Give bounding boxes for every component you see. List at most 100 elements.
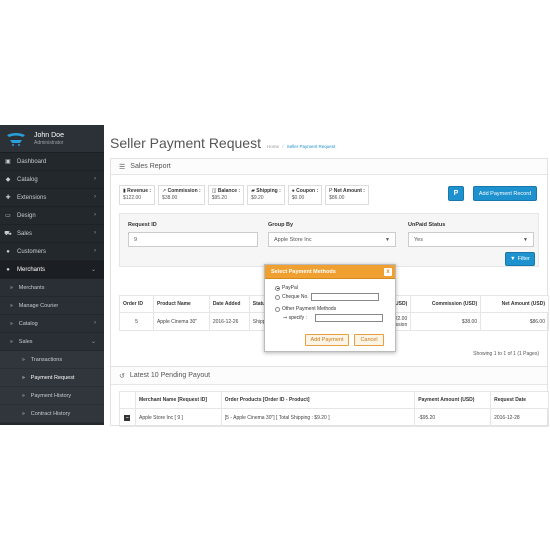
date-cell: 2016-12-26	[208, 312, 250, 331]
unpaid-status-value: Yes	[414, 236, 423, 243]
column-header[interactable]: Merchant Name [Request ID]	[134, 391, 222, 409]
double-arrow-icon: »	[22, 410, 25, 417]
cheque-label: Cheque No.	[282, 294, 309, 300]
sidebar-item-extensions[interactable]: ✚ Extensions ›	[0, 189, 104, 207]
sidebar-user[interactable]: John Doe Administrator	[0, 125, 104, 153]
sales-report-header: ☰ Sales Report	[111, 159, 547, 175]
paypal-option[interactable]: PayPal	[275, 285, 298, 291]
cancel-button[interactable]: Cancel	[354, 334, 384, 346]
pagination-info: Showing 1 to 1 of 1 (1 Pages)	[473, 351, 539, 357]
chevron-right-icon: ›	[94, 320, 96, 326]
column-header[interactable]: Order Products [Order ID - Product]	[220, 391, 416, 409]
specify-row: ⇒ specify :	[283, 315, 307, 321]
sidebar-sub-label: Sales	[18, 338, 33, 345]
tag-icon: ◆	[5, 177, 11, 183]
double-arrow-icon: »	[22, 356, 25, 363]
user-role: Administrator	[34, 139, 64, 146]
order-id-cell: 5	[119, 312, 154, 331]
breadcrumb-home[interactable]: Home	[267, 144, 279, 149]
caret-down-icon: ▼	[385, 237, 390, 243]
stats-row: ▮ Revenue : $122.00 ↗ Commission : $38.0…	[119, 185, 372, 205]
sidebar-sub-payment-request[interactable]: » Payment Request	[0, 369, 104, 387]
cheque-number-input[interactable]	[311, 293, 379, 301]
column-header[interactable]: Net Amount (USD)	[480, 295, 549, 313]
payout-table: Merchant Name [Request ID] Order Product…	[119, 391, 549, 427]
request-id-value: 9	[134, 236, 138, 243]
sidebar-item-customers[interactable]: ● Customers ›	[0, 243, 104, 261]
column-header[interactable]: Request Date	[490, 391, 549, 409]
stat-label: Shipping :	[256, 188, 281, 194]
filter-button-label: Filter	[517, 256, 530, 262]
column-header[interactable]: Date Added	[208, 295, 250, 313]
close-icon[interactable]: x	[384, 268, 392, 276]
sales-report-title: Sales Report	[130, 163, 171, 170]
unpaid-status-select[interactable]: Yes ▼	[408, 232, 534, 247]
sidebar-sub-contract-history[interactable]: » Contract History	[0, 405, 104, 423]
sidebar-sub-merchants[interactable]: » Merchants	[0, 279, 104, 297]
column-header[interactable]: Order ID	[119, 295, 154, 313]
cheque-option[interactable]: Cheque No.	[275, 294, 309, 300]
product-cell: Apple Cinema 30"	[152, 312, 210, 331]
sidebar: John Doe Administrator ▣ Dashboard ◆ Cat…	[0, 125, 104, 425]
table-header-row: Merchant Name [Request ID] Order Product…	[119, 391, 549, 409]
amount-cell: -$95.20	[414, 408, 492, 427]
sidebar-sub-catalog[interactable]: » Catalog ›	[0, 315, 104, 333]
modal-header: Select Payment Methods x	[265, 265, 395, 279]
stat-label: Net Amount :	[333, 188, 365, 194]
products-cell: [5 - Apple Cinema 30"] [ Total Shipping …	[220, 408, 416, 427]
sidebar-item-merchants[interactable]: ● Merchants ⌄	[0, 261, 104, 279]
stat-value: $122.00	[123, 195, 142, 201]
column-header[interactable]: Payment Amount (USD)	[414, 391, 492, 409]
users-icon: ●	[6, 248, 10, 255]
sidebar-sub-payment-history[interactable]: » Payment History	[0, 387, 104, 405]
specify-input[interactable]	[315, 314, 383, 322]
sidebar-item-catalog[interactable]: ◆ Catalog ›	[0, 171, 104, 189]
other-label: Other Payment Methods	[282, 306, 337, 312]
paypal-button[interactable]: P	[448, 186, 464, 201]
sidebar-sub-label: Payment History	[30, 392, 72, 399]
pending-payout-panel: ↺ Latest 10 Pending Payout Merchant Name…	[110, 366, 549, 427]
stat-value: $95.20	[211, 195, 227, 201]
stat-label: Balance :	[217, 188, 241, 194]
chevron-right-icon: ›	[94, 230, 96, 236]
other-radio[interactable]	[275, 306, 280, 312]
group-by-select[interactable]: Apple Store Inc ▼	[268, 232, 396, 247]
unpaid-status-label: UnPaid Status	[408, 222, 446, 228]
sidebar-sub-transactions[interactable]: » Transactions	[0, 351, 104, 369]
stat-net-amount: P Net Amount : $86.00	[325, 185, 369, 205]
sidebar-sub-manage-courier[interactable]: » Manage Courier	[0, 297, 104, 315]
sidebar-item-dashboard[interactable]: ▣ Dashboard	[0, 153, 104, 171]
cheque-radio[interactable]	[275, 294, 280, 300]
column-header[interactable]: Commission (USD)	[410, 295, 482, 313]
stat-revenue: ▮ Revenue : $122.00	[119, 185, 156, 205]
breadcrumb-current[interactable]: Seller Payment Request	[287, 144, 336, 149]
request-id-input[interactable]: 9	[128, 232, 258, 247]
filter-button[interactable]: ▼ Filter	[505, 252, 535, 266]
sidebar-sub-label: Contract History	[30, 410, 71, 417]
chevron-right-icon: ›	[94, 176, 96, 182]
commission-cell: $38.00	[410, 312, 482, 331]
stat-commission: ↗ Commission : $38.00	[158, 185, 205, 205]
monitor-icon: ▭	[5, 213, 11, 219]
stat-value: $9.20	[251, 195, 264, 201]
sidebar-sub-sales[interactable]: » Sales ⌄	[0, 333, 104, 351]
paypal-radio[interactable]	[275, 285, 280, 291]
history-icon: ↺	[119, 372, 125, 380]
merchant-cell: Apple Store Inc [ 9 ]	[134, 408, 222, 427]
user-name: John Doe	[34, 131, 64, 139]
other-option[interactable]: Other Payment Methods	[275, 306, 336, 312]
sidebar-item-design[interactable]: ▭ Design ›	[0, 207, 104, 225]
row-toggle[interactable]: −	[119, 408, 136, 427]
chevron-down-icon: ⌄	[90, 339, 96, 345]
list-icon: ☰	[119, 163, 126, 171]
page-header: Seller Payment Request Home / Seller Pay…	[104, 125, 550, 157]
users-icon: ●	[6, 266, 10, 273]
add-payment-button[interactable]: Add Payment	[305, 334, 349, 346]
stat-balance: ◫ Balance : $95.20	[207, 185, 245, 205]
chevron-down-icon: ⌄	[90, 267, 96, 273]
sidebar-sub-label: Catalog	[18, 320, 38, 327]
sidebar-item-sales[interactable]: ⛟ Sales ›	[0, 225, 104, 243]
add-payment-record-button[interactable]: Add Payment Record	[473, 186, 537, 201]
column-header[interactable]: Product Name	[152, 295, 210, 313]
stat-value: $38.00	[162, 195, 178, 201]
